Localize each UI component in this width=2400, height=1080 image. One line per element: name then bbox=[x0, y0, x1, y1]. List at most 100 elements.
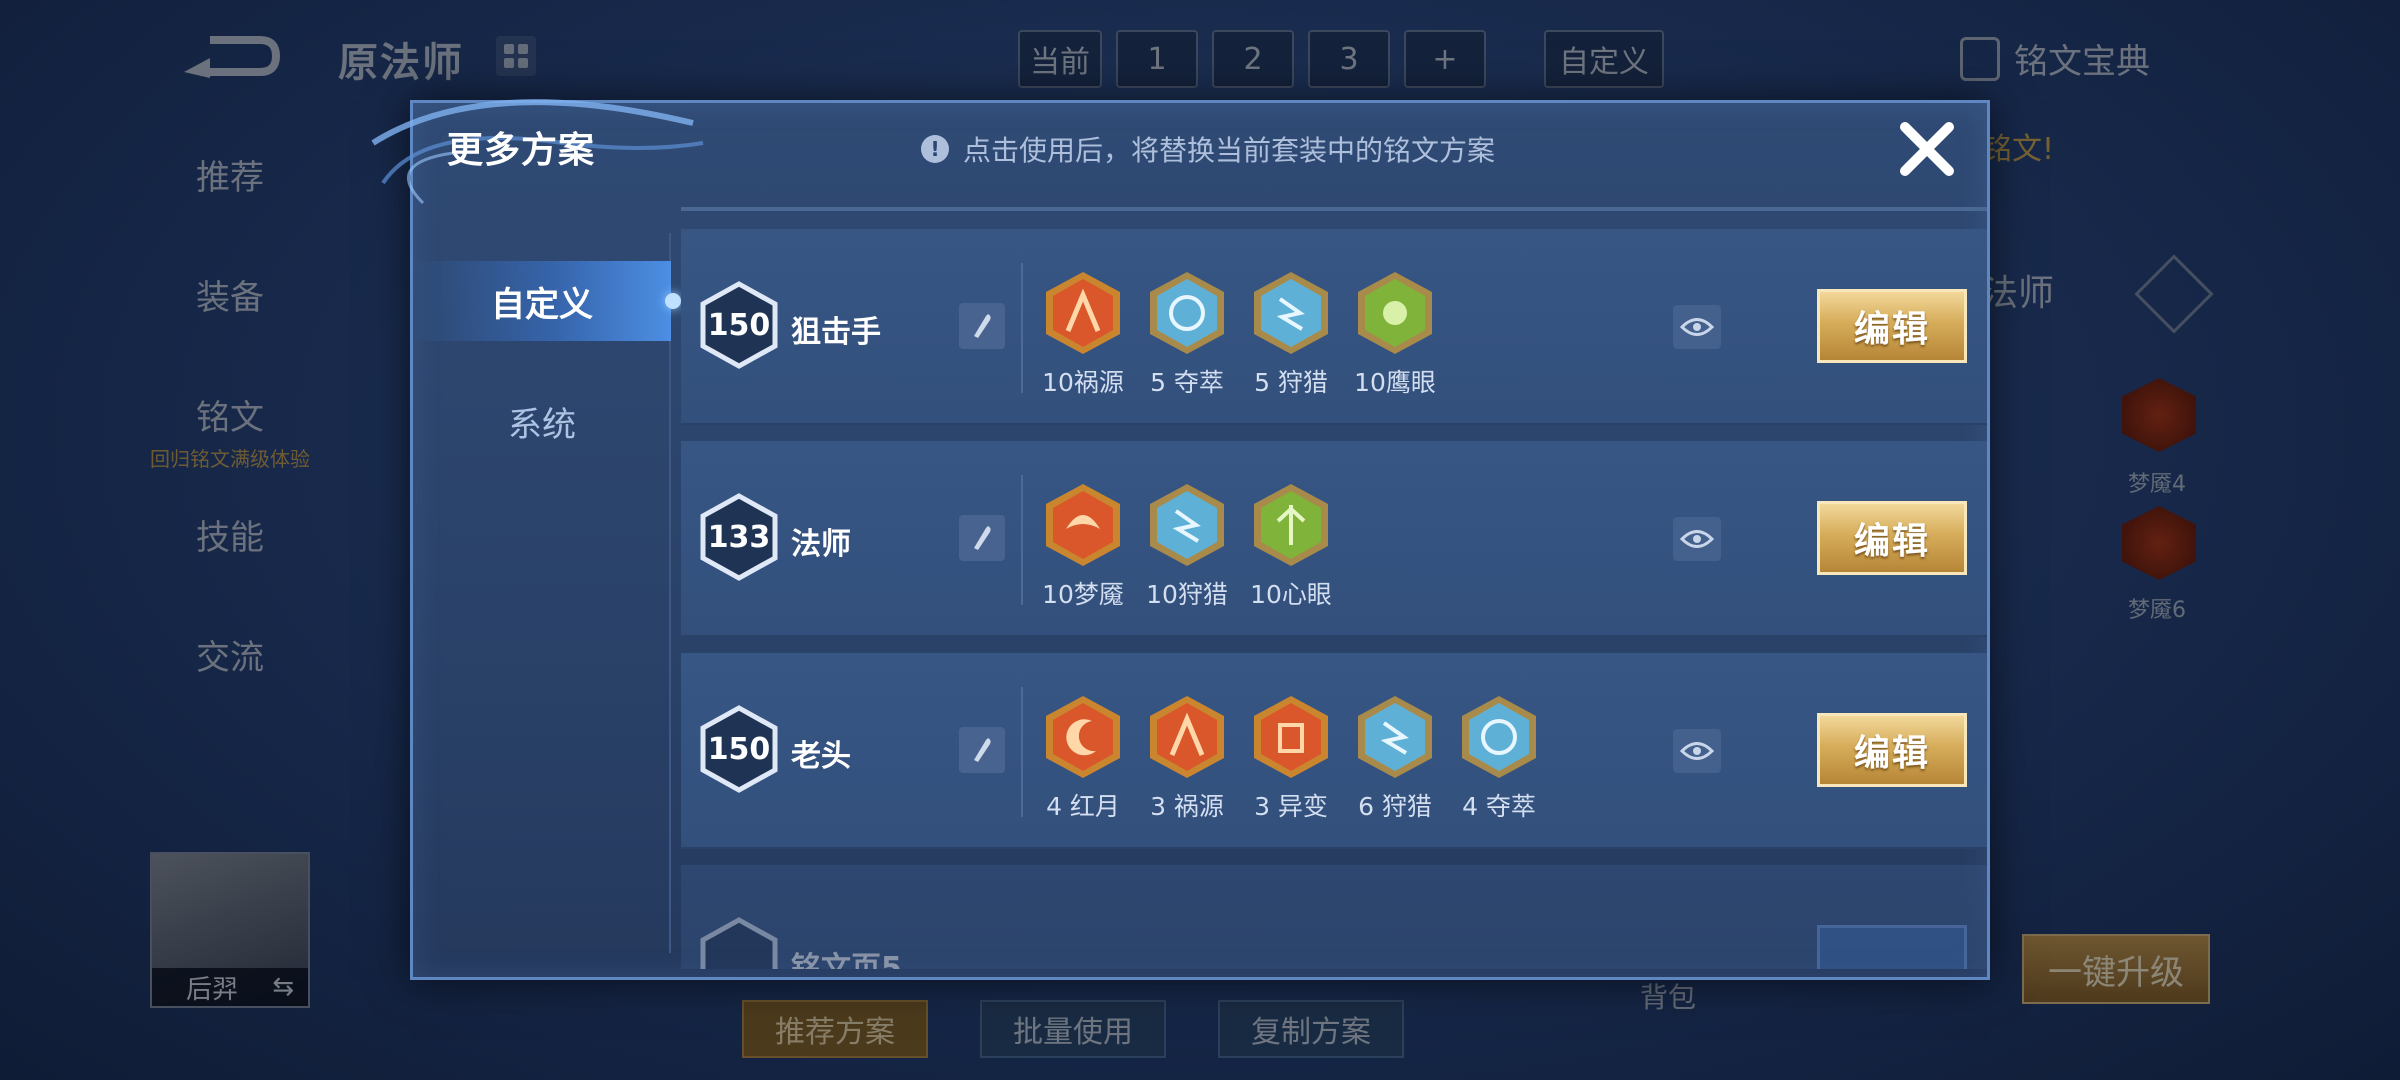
rename-button[interactable] bbox=[959, 515, 1005, 561]
rename-button[interactable] bbox=[959, 727, 1005, 773]
bg-rune-icon bbox=[2122, 378, 2196, 452]
red-rune-icon bbox=[1042, 481, 1124, 569]
notice-text: 点击使用后，将替换当前套装中的铭文方案 bbox=[963, 134, 1496, 167]
rune-label: 3 异变 bbox=[1254, 792, 1328, 821]
sidebar-item-skills[interactable]: 技能 bbox=[130, 510, 330, 630]
rune-item: 10祸源 bbox=[1041, 269, 1125, 399]
eye-icon bbox=[1680, 530, 1714, 548]
sidebar-item-recommend[interactable]: 推荐 bbox=[130, 150, 330, 270]
rename-button[interactable] bbox=[959, 303, 1005, 349]
bg-rune-label: 梦魇6 bbox=[2128, 598, 2186, 623]
rune-item: 10狩猎 bbox=[1145, 481, 1229, 611]
preview-button[interactable] bbox=[1673, 517, 1721, 561]
hero-avatar[interactable]: 后羿 ⇆ bbox=[150, 852, 310, 1008]
active-dot-icon bbox=[665, 293, 681, 309]
info-icon: ! bbox=[921, 135, 949, 163]
rune-label: 6 狩猎 bbox=[1358, 792, 1432, 821]
edit-button[interactable]: 编辑 bbox=[1817, 501, 1967, 575]
tab-custom[interactable]: 自定义 bbox=[413, 261, 681, 341]
grid-icon[interactable] bbox=[496, 36, 536, 76]
notice: ! 点击使用后，将替换当前套装中的铭文方案 bbox=[921, 129, 1495, 169]
back-arrow-icon[interactable] bbox=[180, 32, 280, 78]
menu-icon[interactable] bbox=[2134, 254, 2214, 334]
tab-label: 系统 bbox=[508, 404, 576, 445]
sidebar-item-label: 技能 bbox=[196, 518, 264, 558]
separator bbox=[1021, 263, 1023, 393]
rune-label: 5 夺萃 bbox=[1150, 368, 1224, 397]
rune-item: 5 夺萃 bbox=[1145, 269, 1229, 399]
plan-tab-custom[interactable]: 自定义 bbox=[1544, 30, 1664, 88]
plan-tab-3[interactable]: 3 bbox=[1308, 30, 1390, 88]
rune-codex-button[interactable]: 铭文宝典 bbox=[1960, 34, 2150, 83]
green-rune-icon bbox=[1250, 481, 1332, 569]
level-number: 150 bbox=[707, 731, 771, 767]
green-rune-icon bbox=[1354, 269, 1436, 357]
red-rune-icon bbox=[1250, 693, 1332, 781]
rune-label: 3 祸源 bbox=[1150, 792, 1224, 821]
rune-label: 10鹰眼 bbox=[1354, 368, 1436, 397]
copy-plan-button[interactable]: 复制方案 bbox=[1218, 1000, 1404, 1058]
pencil-icon bbox=[974, 314, 991, 338]
rune-item: 3 祸源 bbox=[1145, 693, 1229, 823]
red-rune-icon bbox=[1146, 693, 1228, 781]
recommend-plan-button[interactable]: 推荐方案 bbox=[742, 1000, 928, 1058]
level-hexagon-icon bbox=[699, 917, 779, 969]
divider bbox=[681, 207, 1987, 211]
plan-row: 133 法师 10梦魇 10狩猎 10心眼 编辑 bbox=[681, 441, 1987, 637]
plan-row: 150 狙击手 10祸源 5 夺萃 5 狩猎 10鹰眼 编辑 bbox=[681, 229, 1987, 425]
rune-item: 6 狩猎 bbox=[1353, 693, 1437, 823]
rune-label: 5 狩猎 bbox=[1254, 368, 1328, 397]
rune-label: 10狩猎 bbox=[1146, 580, 1228, 609]
plan-list[interactable]: 150 狙击手 10祸源 5 夺萃 5 狩猎 10鹰眼 编辑 133 法师 10… bbox=[681, 229, 1987, 969]
sidebar-item-social[interactable]: 交流 bbox=[130, 630, 330, 750]
bottom-buttons: 推荐方案 批量使用 复制方案 bbox=[742, 1000, 1404, 1058]
sidebar-item-label: 交流 bbox=[196, 638, 264, 678]
edit-button[interactable]: 编辑 bbox=[1817, 289, 1967, 363]
bg-rune-icon bbox=[2122, 506, 2196, 580]
edit-button[interactable]: 编辑 bbox=[1817, 713, 1967, 787]
sidebar-item-label: 装备 bbox=[196, 278, 264, 318]
blue-rune-icon bbox=[1146, 481, 1228, 569]
close-button[interactable] bbox=[1895, 117, 1959, 181]
red-rune-icon bbox=[1042, 693, 1124, 781]
rune-label: 10心眼 bbox=[1250, 580, 1332, 609]
unlock-button[interactable] bbox=[1817, 925, 1967, 969]
plan-tab-2[interactable]: 2 bbox=[1212, 30, 1294, 88]
sidebar-item-sublabel: 回归铭文满级体验 bbox=[150, 447, 310, 471]
preview-button[interactable] bbox=[1673, 729, 1721, 773]
close-icon bbox=[1900, 122, 1954, 176]
level-number: 150 bbox=[707, 307, 771, 343]
sidebar-item-runes[interactable]: 铭文 回归铭文满级体验 bbox=[130, 390, 330, 510]
pencil-icon bbox=[974, 526, 991, 550]
sidebar-item-label: 铭文 bbox=[196, 398, 264, 438]
rune-label: 4 红月 bbox=[1046, 792, 1120, 821]
swap-icon[interactable]: ⇆ bbox=[272, 972, 294, 1002]
plan-tabs: 当前 1 2 3 + 自定义 bbox=[1018, 30, 1664, 88]
rune-item: 4 红月 bbox=[1041, 693, 1125, 823]
sidebar-item-equipment[interactable]: 装备 bbox=[130, 270, 330, 390]
rune-label: 10祸源 bbox=[1042, 368, 1124, 397]
rune-item: 3 异变 bbox=[1249, 693, 1333, 823]
rune-label: 4 夺萃 bbox=[1462, 792, 1536, 821]
separator bbox=[1021, 475, 1023, 605]
bg-rune-label: 梦魇4 bbox=[2128, 472, 2186, 497]
plan-name: 法师 bbox=[791, 527, 851, 562]
plan-name: 老头 bbox=[791, 739, 851, 774]
codex-icon bbox=[1960, 36, 2000, 81]
plan-tab-current[interactable]: 当前 bbox=[1018, 30, 1102, 88]
bag-label[interactable]: 背包 bbox=[1640, 976, 1696, 1016]
blue-rune-icon bbox=[1146, 269, 1228, 357]
hero-name: 后羿 bbox=[186, 974, 239, 1005]
eye-icon bbox=[1680, 742, 1714, 760]
rune-label: 10梦魇 bbox=[1042, 580, 1124, 609]
one-click-upgrade-button[interactable]: 一键升级 bbox=[2022, 934, 2210, 1004]
plan-tab-1[interactable]: 1 bbox=[1116, 30, 1198, 88]
red-rune-icon bbox=[1042, 269, 1124, 357]
plan-tab-add[interactable]: + bbox=[1404, 30, 1486, 88]
rune-item: 4 夺萃 bbox=[1457, 693, 1541, 823]
preview-button[interactable] bbox=[1673, 305, 1721, 349]
tab-system[interactable]: 系统 bbox=[413, 381, 671, 461]
rune-set: 10祸源 5 夺萃 5 狩猎 10鹰眼 bbox=[1041, 269, 1437, 399]
codex-label: 铭文宝典 bbox=[2014, 42, 2150, 82]
batch-use-button[interactable]: 批量使用 bbox=[980, 1000, 1166, 1058]
